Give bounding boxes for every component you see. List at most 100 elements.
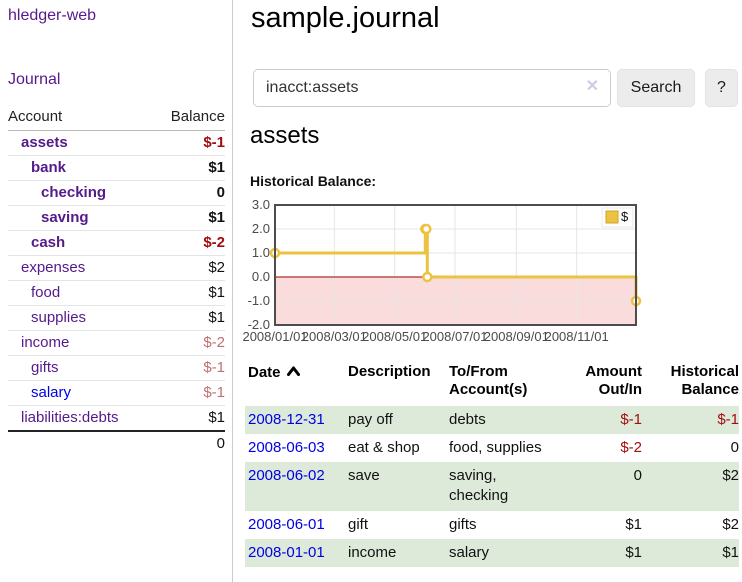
- txn-date-link[interactable]: 2008-06-01: [248, 516, 325, 533]
- accounts-table: Account Balance assets$-1bank$1checking0…: [8, 106, 225, 456]
- account-balance: $-1: [154, 356, 225, 381]
- account-name-cell: salary: [8, 381, 154, 406]
- accounts-total-spacer: [8, 431, 154, 456]
- account-name-cell: supplies: [8, 306, 154, 331]
- txn-date-link[interactable]: 2008-12-31: [248, 411, 325, 428]
- account-name-cell: saving: [8, 206, 154, 231]
- sidebar-account-food[interactable]: food: [31, 284, 60, 301]
- account-row: income$-2: [8, 331, 225, 356]
- svg-text:1.0: 1.0: [252, 245, 270, 260]
- txn-amount: 0: [560, 462, 642, 511]
- txn-balance: $1: [642, 539, 739, 567]
- account-balance: $2: [154, 256, 225, 281]
- txn-accounts: salary: [449, 539, 560, 567]
- sidebar-account-cash[interactable]: cash: [31, 234, 65, 251]
- account-row: checking 0: [8, 181, 225, 206]
- chevron-up-icon: [287, 363, 300, 381]
- txn-date-cell: 2008-06-01: [245, 511, 348, 539]
- txn-date-cell: 2008-01-01: [245, 539, 348, 567]
- txn-description: eat & shop: [348, 434, 449, 462]
- search-input[interactable]: [253, 69, 611, 107]
- register-header-date[interactable]: Date: [245, 361, 348, 406]
- svg-text:2008/01/01: 2008/01/01: [242, 329, 307, 344]
- svg-text:2008/05/01: 2008/05/01: [362, 329, 427, 344]
- sidebar-account-checking[interactable]: checking: [41, 184, 106, 201]
- sidebar-account-liabilities-debts[interactable]: liabilities:debts: [21, 409, 119, 426]
- txn-accounts: debts: [449, 406, 560, 434]
- historical-balance-chart: $3.02.01.00.0-1.0-2.02008/01/012008/03/0…: [245, 200, 742, 350]
- sidebar-item-journal[interactable]: Journal: [8, 71, 60, 89]
- svg-text:2008/09/01: 2008/09/01: [484, 329, 549, 344]
- svg-text:0.0: 0.0: [252, 269, 270, 284]
- txn-accounts: saving, checking: [449, 462, 560, 511]
- account-balance: $-2: [154, 231, 225, 256]
- txn-amount: $-2: [560, 434, 642, 462]
- register-table: Date Description To/From Account(s) Amou…: [245, 361, 739, 567]
- svg-text:2.0: 2.0: [252, 221, 270, 236]
- txn-balance: 0: [642, 434, 739, 462]
- account-row: gifts $-1: [8, 356, 225, 381]
- account-balance: $1: [154, 206, 225, 231]
- register-row: 2008-06-01 giftgifts$1$2: [245, 511, 739, 539]
- account-name-cell: gifts: [8, 356, 154, 381]
- search-button[interactable]: Search: [617, 69, 695, 107]
- register-row: 2008-06-03 eat & shopfood, supplies$-20: [245, 434, 739, 462]
- account-row: assets $-1: [8, 131, 225, 156]
- account-row: food$1: [8, 281, 225, 306]
- account-name-cell: bank: [8, 156, 154, 181]
- help-button[interactable]: ?: [705, 69, 738, 107]
- accounts-total-row: 0: [8, 431, 225, 456]
- svg-text:-1.0: -1.0: [248, 293, 270, 308]
- account-name-cell: cash: [8, 231, 154, 256]
- register-header-account: To/From Account(s): [449, 361, 560, 406]
- txn-amount: $-1: [560, 406, 642, 434]
- txn-balance: $2: [642, 462, 739, 511]
- txn-accounts: food, supplies: [449, 434, 560, 462]
- app-brand-link[interactable]: hledger-web: [8, 7, 96, 25]
- clear-search-icon[interactable]: ✕: [586, 77, 599, 97]
- sidebar-divider: [232, 0, 233, 582]
- account-balance: $1: [154, 306, 225, 331]
- svg-text:2008/03/01: 2008/03/01: [302, 329, 367, 344]
- register-row: 2008-06-02 savesaving, checking0$2: [245, 462, 739, 511]
- sidebar-account-bank[interactable]: bank: [31, 159, 66, 176]
- search-input-wrap: ✕: [253, 69, 611, 107]
- accounts-header-balance: Balance: [154, 106, 225, 131]
- register-header-balance: Historical Balance: [642, 361, 739, 406]
- account-balance: $1: [154, 406, 225, 432]
- register-header-date-label: Date: [248, 364, 281, 381]
- account-row: liabilities:debts $1: [8, 406, 225, 432]
- txn-date-link[interactable]: 2008-01-01: [248, 544, 325, 561]
- sidebar-account-salary[interactable]: salary: [31, 384, 71, 401]
- sidebar-account-assets[interactable]: assets: [21, 134, 68, 151]
- account-row: bank$1: [8, 156, 225, 181]
- accounts-header-account: Account: [8, 106, 154, 131]
- accounts-total-value: 0: [154, 431, 225, 456]
- sidebar-account-income[interactable]: income: [21, 334, 69, 351]
- account-name-cell: checking: [8, 181, 154, 206]
- account-name-cell: income: [8, 331, 154, 356]
- account-name-cell: food: [8, 281, 154, 306]
- account-balance: $-1: [154, 131, 225, 156]
- txn-description: save: [348, 462, 449, 511]
- account-heading: assets: [250, 122, 319, 150]
- txn-date-link[interactable]: 2008-06-02: [248, 467, 325, 484]
- txn-date-cell: 2008-12-31: [245, 406, 348, 434]
- account-row: expenses $2: [8, 256, 225, 281]
- sidebar-account-expenses[interactable]: expenses: [21, 259, 85, 276]
- txn-accounts: gifts: [449, 511, 560, 539]
- txn-amount: $1: [560, 511, 642, 539]
- account-balance: 0: [154, 181, 225, 206]
- svg-text:2008/11/01: 2008/11/01: [545, 329, 609, 344]
- register-header-amount: Amount Out/In: [560, 361, 642, 406]
- txn-date-link[interactable]: 2008-06-03: [248, 439, 325, 456]
- txn-description: gift: [348, 511, 449, 539]
- txn-description: pay off: [348, 406, 449, 434]
- sidebar: hledger-web Journal Account Balance asse…: [0, 0, 232, 582]
- sidebar-account-supplies[interactable]: supplies: [31, 309, 86, 326]
- txn-balance: $2: [642, 511, 739, 539]
- sidebar-account-gifts[interactable]: gifts: [31, 359, 59, 376]
- register-row: 2008-01-01incomesalary$1$1: [245, 539, 739, 567]
- sidebar-account-saving[interactable]: saving: [41, 209, 89, 226]
- txn-date-cell: 2008-06-02: [245, 462, 348, 511]
